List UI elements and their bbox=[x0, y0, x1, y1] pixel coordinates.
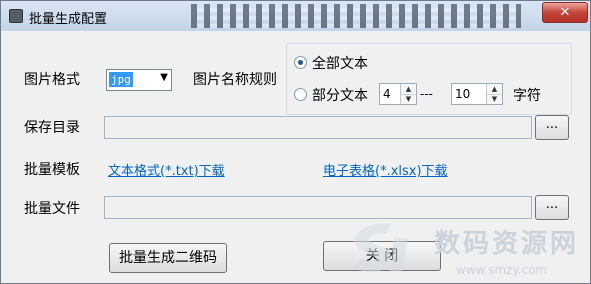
generate-qr-button[interactable]: 批量生成二维码 bbox=[109, 243, 227, 273]
window-title: 批量生成配置 bbox=[29, 12, 108, 27]
to-stepper-buttons: ▲ ▼ bbox=[486, 84, 502, 104]
template-label: 批量模板 bbox=[24, 162, 80, 178]
image-format-select[interactable]: jpg ▼ bbox=[106, 69, 172, 91]
all-text-label[interactable]: 全部文本 bbox=[312, 53, 368, 73]
from-stepper-buttons: ▲ ▼ bbox=[400, 84, 416, 104]
radio-all-text[interactable] bbox=[294, 56, 307, 69]
radio-partial-text[interactable] bbox=[294, 88, 307, 101]
batch-file-label: 批量文件 bbox=[24, 201, 80, 217]
arrow-down-icon[interactable]: ▼ bbox=[487, 94, 502, 104]
to-stepper[interactable]: 10 ▲ ▼ bbox=[451, 83, 503, 105]
xlsx-template-link[interactable]: 电子表格(*.xlsx)下载 bbox=[323, 160, 448, 179]
watermark-text: 数码资源网 bbox=[434, 229, 580, 259]
unit-label: 字符 bbox=[513, 88, 541, 104]
from-stepper[interactable]: 4 ▲ ▼ bbox=[379, 83, 417, 105]
save-dir-input[interactable] bbox=[104, 116, 532, 139]
from-value[interactable]: 4 bbox=[383, 87, 391, 101]
image-format-value: jpg bbox=[109, 72, 133, 87]
save-dir-label: 保存目录 bbox=[24, 120, 80, 136]
title-bar[interactable]: 批量生成配置 ✕ bbox=[1, 1, 590, 31]
blurred-region bbox=[191, 4, 521, 28]
close-icon: ✕ bbox=[559, 5, 571, 20]
watermark-url: www.smzy.com bbox=[456, 263, 548, 277]
name-rule-label: 图片名称规则 bbox=[193, 72, 277, 88]
arrow-down-icon[interactable]: ▼ bbox=[401, 94, 416, 104]
close-window-button[interactable]: ✕ bbox=[542, 2, 588, 23]
watermark-logo bbox=[353, 223, 408, 272]
browse-batch-file-button[interactable]: ... bbox=[535, 195, 569, 220]
partial-text-label[interactable]: 部分文本 bbox=[312, 85, 368, 105]
to-value[interactable]: 10 bbox=[455, 87, 470, 101]
app-icon bbox=[9, 9, 23, 23]
browse-save-dir-button[interactable]: ... bbox=[535, 115, 569, 140]
txt-template-link[interactable]: 文本格式(*.txt)下载 bbox=[108, 160, 225, 179]
dialog-window: 批量生成配置 ✕ 图片格式 jpg ▼ 图片名称规则 全部文本 部分文本 4 ▲… bbox=[0, 0, 591, 284]
range-separator: --- bbox=[420, 87, 433, 101]
chevron-down-icon[interactable]: ▼ bbox=[160, 72, 168, 83]
batch-file-input[interactable] bbox=[104, 196, 532, 219]
image-format-label: 图片格式 bbox=[24, 72, 80, 88]
